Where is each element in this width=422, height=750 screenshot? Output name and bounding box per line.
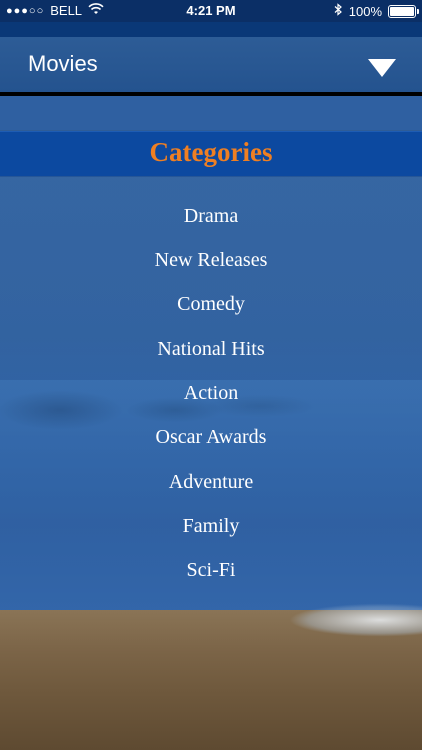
bluetooth-icon [334, 3, 343, 19]
category-item-oscar-awards[interactable]: Oscar Awards [0, 423, 422, 451]
battery-percent: 100% [348, 3, 382, 19]
category-item-family[interactable]: Family [0, 512, 422, 540]
category-item-adventure[interactable]: Adventure [0, 468, 422, 496]
category-item-national-hits[interactable]: National Hits [0, 335, 422, 363]
dropdown-arrow-icon[interactable] [368, 59, 396, 77]
battery-icon [388, 4, 419, 18]
categories-heading-bar: Categories [0, 131, 422, 177]
status-right: 100% [334, 3, 419, 19]
category-item-sci-fi[interactable]: Sci-Fi [0, 556, 422, 584]
category-item-new-releases[interactable]: New Releases [0, 246, 422, 274]
category-list: Drama New Releases Comedy National Hits … [0, 176, 422, 610]
top-band [0, 22, 422, 37]
spacer-band [0, 96, 422, 130]
status-bar: ●●●○○ BELL 4:21 PM 100% [0, 0, 422, 22]
categories-title: Categories [149, 137, 273, 167]
category-item-comedy[interactable]: Comedy [0, 290, 422, 318]
category-item-action[interactable]: Action [0, 379, 422, 407]
app-screen: ●●●○○ BELL 4:21 PM 100% Movies Categorie… [0, 0, 422, 750]
header-title: Movies [28, 51, 98, 76]
movies-dropdown-header[interactable]: Movies [0, 37, 422, 96]
category-item-drama[interactable]: Drama [0, 202, 422, 230]
